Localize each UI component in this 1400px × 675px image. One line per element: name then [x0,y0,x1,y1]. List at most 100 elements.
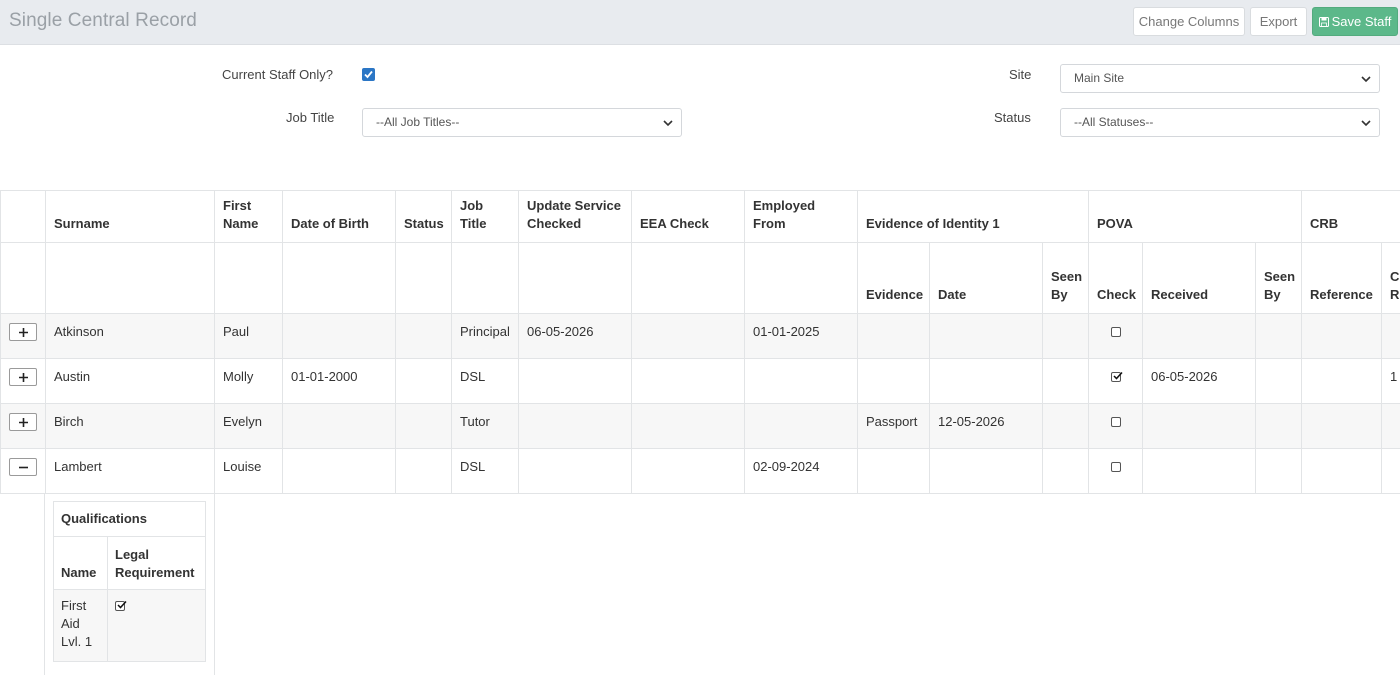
pova-checkbox[interactable] [1110,417,1121,427]
status-value: --All Statuses-- [1074,115,1154,129]
cell-surname: Lambert [45,448,215,494]
reference-subheader[interactable]: Reference [1301,242,1383,314]
evidence-subheader[interactable]: Evidence [857,242,930,314]
cell-date: 12-05-2026 [929,403,1043,449]
surname-header[interactable]: Surname [45,190,215,243]
cell-reference [1301,403,1383,449]
change-columns-button[interactable]: Change Columns [1133,7,1245,36]
cell-partial: 1 [1381,358,1400,404]
table-row[interactable]: Austin Molly 01-01-2000 DSL 06-05-2026 1 [0,358,1400,404]
current-staff-checkbox[interactable] [362,68,375,81]
expand-row-button[interactable] [9,323,37,341]
cell-reference [1301,358,1383,404]
row-toggle-cell [0,358,46,404]
eea-check-header[interactable]: EEA Check [631,190,745,243]
seen-by-2-subheader[interactable]: Seen By [1254,242,1303,314]
cell-status [395,403,452,449]
cell-seen-by-2 [1254,358,1303,404]
cell-pova-check[interactable] [1088,403,1143,449]
cell-dob [282,313,396,359]
pova-checkbox[interactable] [1110,462,1121,472]
qual-name-cell: First Aid Lvl. 1 [53,589,108,662]
cell-pova-check[interactable] [1088,313,1143,359]
cell-job-title: DSL [451,358,519,404]
qual-legal-cell [107,589,206,662]
cell-dob [282,403,396,449]
cell-partial [1381,403,1400,449]
cell-received [1142,403,1256,449]
qualifications-table: Qualifications Name Legal Requirement Fi… [53,501,206,662]
pova-checkbox[interactable] [1110,327,1121,337]
update-service-header[interactable]: Update Service Checked [518,190,632,243]
cell-surname: Birch [45,403,215,449]
pova-checkbox[interactable] [1110,371,1123,382]
cell-date [929,448,1043,494]
cell-first-name: Evelyn [214,403,283,449]
current-staff-label: Current Staff Only? [222,67,334,82]
page-title: Single Central Record [9,10,197,31]
cell-evidence [857,313,930,359]
cell-pova-check[interactable] [1088,358,1143,404]
dob-header[interactable]: Date of Birth [282,190,396,243]
cell-update-service [518,448,632,494]
collapse-row-button[interactable] [9,458,37,476]
employed-from-header[interactable]: Employed From [744,190,858,243]
qualifications-panel: Qualifications Name Legal Requirement Fi… [0,493,1400,675]
cell-reference [1301,313,1383,359]
table-row[interactable]: Lambert Louise DSL 02-09-2024 [0,448,1400,494]
date-subheader[interactable]: Date [929,242,1043,314]
qual-name-header: Name [53,536,108,590]
cell-evidence: Passport [857,403,930,449]
cell-received: 06-05-2026 [1142,358,1256,404]
table-row[interactable]: Atkinson Paul Principal 06-05-2026 01-01-202… [0,313,1400,359]
qualification-row: First Aid Lvl. 1 [53,589,206,662]
expand-row-button[interactable] [9,413,37,431]
cell-eea [631,448,745,494]
qualifications-title: Qualifications [53,501,206,537]
cell-seen-by-2 [1254,313,1303,359]
cell-dob [282,448,396,494]
row-toggle-cell [0,448,46,494]
cell-evidence [857,448,930,494]
cell-status [395,358,452,404]
cell-update-service [518,403,632,449]
cell-date [929,313,1043,359]
cell-seen-by-2 [1254,403,1303,449]
first-name-header[interactable]: First Name [214,190,283,243]
cell-update-service [518,358,632,404]
cell-surname: Austin [45,358,215,404]
partial-subheader[interactable]: C R [1381,242,1400,314]
cell-employed-from [744,358,858,404]
cell-pova-check[interactable] [1088,448,1143,494]
check-subheader[interactable]: Check [1088,242,1143,314]
cell-job-title: DSL [451,448,519,494]
job-title-select[interactable]: --All Job Titles-- [362,108,682,137]
status-select[interactable]: --All Statuses-- [1060,108,1380,137]
expand-row-button[interactable] [9,368,37,386]
table-row[interactable]: Birch Evelyn Tutor Passport 12-05-2026 [0,403,1400,449]
job-title-header[interactable]: Job Title [451,190,519,243]
job-title-label: Job Title [286,110,335,125]
chevron-down-icon [663,120,673,127]
seen-by-subheader[interactable]: Seen By [1042,242,1089,314]
evidence-identity-header[interactable]: Evidence of Identity 1 [857,190,1089,243]
export-button[interactable]: Export [1250,7,1307,36]
cell-evidence [857,358,930,404]
received-subheader[interactable]: Received [1142,242,1256,314]
site-select[interactable]: Main Site [1060,64,1380,93]
sub-header-row: Evidence Date Seen By Check Received See… [0,242,1400,314]
pova-header[interactable]: POVA [1087,190,1303,243]
site-value: Main Site [1074,71,1125,85]
qual-legal-header: Legal Requirement [107,536,206,590]
top-bar: Single Central Record Change Columns Exp… [0,0,1400,45]
status-header[interactable]: Status [395,190,452,243]
cell-seen-by [1042,358,1089,404]
status-label: Status [994,110,1031,125]
cell-eea [631,313,745,359]
legal-requirement-checkbox [115,600,127,611]
group-header-row: Surname First Name Date of Birth Status … [0,190,1400,243]
crb-header[interactable]: CRB [1301,190,1400,243]
save-staff-button[interactable]: Save Staff [1312,7,1398,36]
cell-seen-by [1042,403,1089,449]
check-icon [364,70,373,79]
